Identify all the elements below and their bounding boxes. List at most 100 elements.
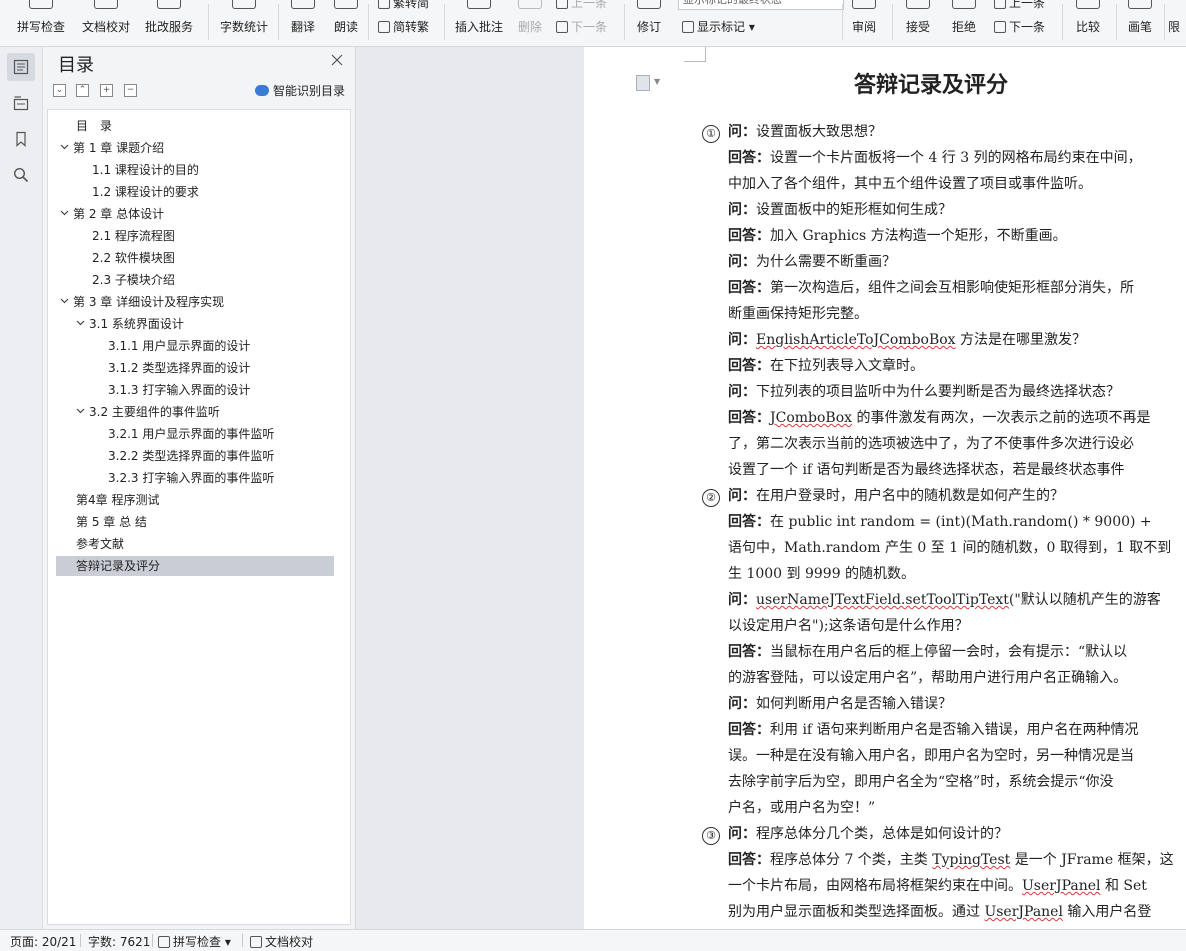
question-line: 问：如何判断用户名是否输入错误？	[728, 696, 952, 712]
toc-item[interactable]: 1.1 课程设计的目的	[92, 160, 199, 180]
batch-service-button[interactable]: 批改服务	[138, 0, 200, 46]
doc-proof-button[interactable]: 文档校对	[78, 0, 134, 46]
translate-icon	[291, 0, 315, 9]
status-separator	[242, 934, 243, 947]
comment-icon	[467, 0, 491, 9]
toc-item[interactable]: 第 1 章 课题介绍	[60, 138, 164, 158]
answer-line: 回答：加入 Graphics 方法构造一个矩形，不断重画。	[728, 228, 1067, 244]
traditional-to-simplified-button[interactable]: 繁转简	[378, 0, 429, 11]
show-markup-icon	[682, 21, 694, 33]
text-line: 设置了一个 if 语句判断是否为最终选择状态，若是最终状态事件	[728, 462, 1125, 478]
translate-button[interactable]: 翻译	[286, 0, 320, 46]
track-changes-button[interactable]: 修订	[630, 0, 668, 46]
prev-comment-button[interactable]: 上一条	[556, 0, 607, 11]
question-line: 问：程序总体分几个类，总体是如何设计的？	[728, 826, 1008, 842]
batch-service-icon	[157, 0, 181, 9]
toc-item[interactable]: 参考文献	[76, 534, 124, 554]
toc-item[interactable]: 1.2 课程设计的要求	[92, 182, 199, 202]
toc-item[interactable]: 3.1 系统界面设计	[76, 314, 184, 334]
toc-panel-button[interactable]	[7, 53, 35, 81]
toc-item[interactable]: 目 录	[76, 116, 112, 136]
word-count-button[interactable]: 字数统计	[216, 0, 272, 46]
question-line: 问：在用户登录时，用户名中的随机数是如何产生的？	[728, 488, 1064, 504]
page-indicator[interactable]: 页面: 20/21	[10, 933, 76, 950]
toc-item-selected[interactable]: 答辩记录及评分	[56, 556, 334, 576]
spell-check-status[interactable]: 拼写检查 ▾	[158, 933, 231, 950]
question-line: 问：设置面板中的矩形框如何生成？	[728, 202, 952, 218]
next-change-button[interactable]: 下一条	[994, 18, 1045, 35]
pen-button[interactable]: 画笔	[1122, 0, 1158, 46]
status-separator	[152, 934, 153, 947]
answer-line: 回答：第一次构造后，组件之间会互相影响使矩形框部分消失，所	[728, 280, 1134, 296]
toc-item[interactable]: 3.1.3 打字输入界面的设计	[108, 380, 250, 400]
remove-heading-icon[interactable]: −	[124, 84, 137, 97]
track-changes-icon	[637, 0, 661, 9]
compare-button[interactable]: 比较	[1068, 0, 1108, 46]
accept-button[interactable]: 接受	[900, 0, 936, 46]
restrict-button[interactable]: 限	[1168, 0, 1186, 46]
bookmark-panel-button[interactable]	[7, 125, 35, 153]
text-line: 去除字前字后为空，即用户名全为“空格”时，系统会提示“你没	[728, 774, 1114, 790]
review-button[interactable]: 审阅	[846, 0, 882, 46]
ai-icon	[255, 85, 269, 96]
insert-comment-button[interactable]: 插入批注	[452, 0, 506, 46]
close-icon[interactable]	[330, 53, 344, 67]
toc-item[interactable]: 2.2 软件模块图	[92, 248, 175, 268]
circled-number: ①	[702, 125, 720, 143]
track-display-select[interactable]: 显示标记的最终状态	[678, 0, 844, 10]
expand-all-icon[interactable]: ⌄	[53, 84, 66, 97]
toolbar-separator	[1116, 4, 1117, 40]
delete-comment-icon	[518, 0, 542, 9]
chevron-down-icon: ▼	[654, 77, 661, 86]
toc-item[interactable]: 第 5 章 总 结	[76, 512, 147, 532]
pen-icon	[1128, 0, 1152, 9]
read-aloud-icon	[334, 0, 358, 9]
toc-panel: 目录 ⌄ ⌃ + − 智能识别目录 目 录 第 1 章 课题介绍 1.1 课程设…	[43, 47, 356, 929]
word-count-icon	[232, 0, 256, 9]
add-heading-icon[interactable]: +	[100, 84, 113, 97]
document-icon[interactable]	[636, 75, 650, 91]
reject-button[interactable]: 拒绝	[946, 0, 982, 46]
smart-toc-button[interactable]: 智能识别目录	[255, 82, 345, 99]
reject-icon	[952, 0, 976, 9]
down-arrow-icon	[556, 21, 568, 33]
doc-proof-icon	[94, 0, 118, 9]
text-line: 别为用户显示面板和类型选择面板。通过 UserJPanel 输入用户名登	[728, 904, 1152, 920]
delete-comment-button[interactable]: 删除	[510, 0, 550, 46]
toc-item[interactable]: 第 2 章 总体设计	[60, 204, 164, 224]
text-line: 生 1000 到 9999 的随机数。	[728, 566, 916, 582]
toc-item[interactable]: 3.2.3 打字输入界面的事件监听	[108, 468, 274, 488]
spell-check-icon	[29, 0, 53, 9]
toc-item[interactable]: 3.2.1 用户显示界面的事件监听	[108, 424, 274, 444]
toc-item[interactable]: 第4章 程序测试	[76, 490, 159, 510]
toc-item[interactable]: 第 3 章 详细设计及程序实现	[60, 292, 224, 312]
toc-item[interactable]: 2.1 程序流程图	[92, 226, 175, 246]
text-line: 误。一种是在没有输入用户名，即用户名为空时，另一种情况是当	[728, 748, 1134, 764]
document-page[interactable]: ▼ 答辩记录及评分 ① 问：设置面板大致思想？ 回答：设置一个卡片面板将一个 4…	[584, 47, 1186, 929]
toc-item[interactable]: 2.3 子模块介绍	[92, 270, 175, 290]
toc-item[interactable]: 3.1.2 类型选择界面的设计	[108, 358, 250, 378]
simplified-to-traditional-button[interactable]: 简转繁	[378, 18, 429, 35]
answer-line: 回答：利用 if 语句来判断用户名是否输入错误，用户名在两种情况	[728, 722, 1139, 738]
doc-proof-status[interactable]: 文档校对	[250, 933, 313, 950]
read-aloud-button[interactable]: 朗读	[330, 0, 362, 46]
question-line: 问：EnglishArticleToJComboBox 方法是在哪里激发？	[728, 332, 1087, 348]
answer-line: 回答：程序总体分 7 个类，主类 TypingTest 是一个 JFrame 框…	[728, 852, 1174, 868]
show-markup-button[interactable]: 显示标记 ▾	[682, 18, 755, 35]
word-count-status[interactable]: 字数: 7621	[88, 933, 150, 950]
canvas-background	[356, 47, 584, 929]
toc-item[interactable]: 3.1.1 用户显示界面的设计	[108, 336, 250, 356]
chapter-panel-button[interactable]	[7, 89, 35, 117]
toc-item[interactable]: 3.2 主要组件的事件监听	[76, 402, 220, 422]
spell-check-button[interactable]: 拼写检查	[8, 0, 74, 46]
next-comment-button[interactable]: 下一条	[556, 18, 607, 35]
question-line: 问：为什么需要不断重画？	[728, 254, 896, 270]
search-panel-button[interactable]	[7, 161, 35, 189]
circled-number: ③	[702, 827, 720, 845]
page-corner-mark	[684, 61, 706, 62]
toc-item[interactable]: 3.2.2 类型选择界面的事件监听	[108, 446, 274, 466]
text-line: 中加入了各个组件，其中五个组件设置了项目或事件监听。	[728, 176, 1092, 192]
collapse-all-icon[interactable]: ⌃	[76, 84, 89, 97]
prev-change-button[interactable]: 上一条	[994, 0, 1045, 11]
text-line: 以设定用户名");这条语句是什么作用？	[728, 618, 969, 634]
